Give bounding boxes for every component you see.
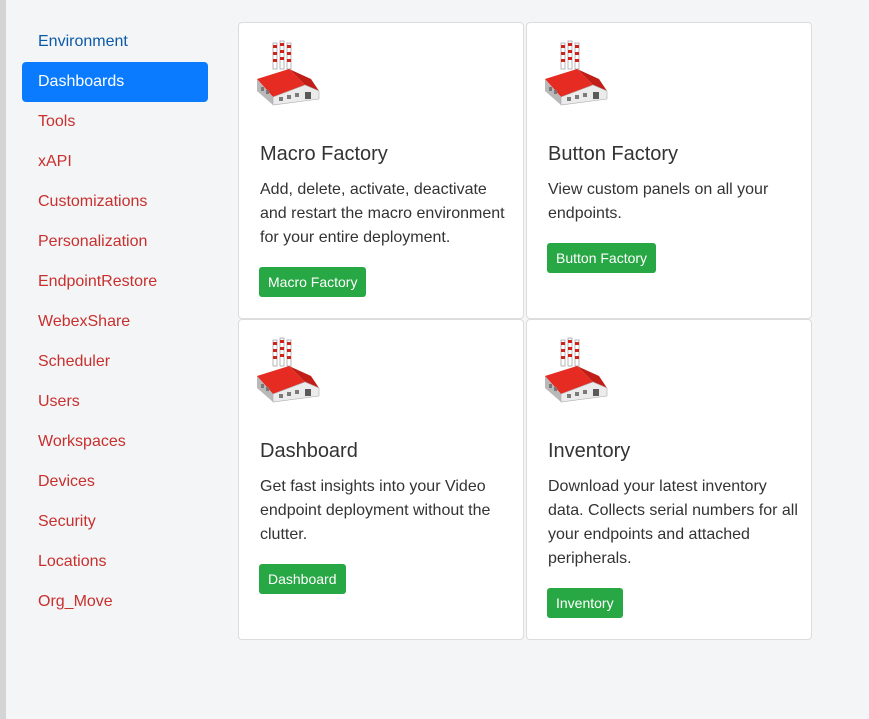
sidebar-item-users[interactable]: Users bbox=[22, 382, 208, 422]
button-factory-button[interactable]: Button Factory bbox=[547, 243, 657, 273]
sidebar-item-workspaces[interactable]: Workspaces bbox=[22, 422, 208, 462]
sidebar-item-tools[interactable]: Tools bbox=[22, 102, 208, 142]
factory-icon bbox=[253, 336, 323, 404]
dashboard-card: Dashboard Get fast insights into your Vi… bbox=[238, 319, 524, 640]
sidebar-item-webexshare[interactable]: WebexShare bbox=[22, 302, 208, 342]
card-description: View custom panels on all your endpoints… bbox=[548, 181, 769, 222]
left-edge-bar bbox=[0, 0, 6, 719]
sidebar-item-dashboards[interactable]: Dashboards bbox=[22, 62, 208, 102]
factory-icon bbox=[541, 336, 611, 404]
sidebar-nav: Environment Dashboards Tools xAPI Custom… bbox=[22, 22, 208, 622]
sidebar-item-scheduler[interactable]: Scheduler bbox=[22, 342, 208, 382]
factory-icon bbox=[541, 39, 611, 107]
sidebar-item-security[interactable]: Security bbox=[22, 502, 208, 542]
sidebar-item-personalization[interactable]: Personalization bbox=[22, 222, 208, 262]
dashboard-button[interactable]: Dashboard bbox=[259, 564, 346, 594]
sidebar-item-endpointrestore[interactable]: EndpointRestore bbox=[22, 262, 208, 302]
inventory-button[interactable]: Inventory bbox=[547, 588, 623, 618]
card-description: Get fast insights into your Video endpoi… bbox=[260, 478, 491, 543]
card-title: Dashboard bbox=[260, 440, 358, 462]
factory-icon bbox=[253, 39, 323, 107]
card-title: Macro Factory bbox=[260, 143, 388, 165]
button-factory-card: Button Factory View custom panels on all… bbox=[526, 22, 812, 319]
macro-factory-card: Macro Factory Add, delete, activate, dea… bbox=[238, 22, 524, 319]
sidebar-item-devices[interactable]: Devices bbox=[22, 462, 208, 502]
macro-factory-button[interactable]: Macro Factory bbox=[259, 267, 367, 297]
inventory-card: Inventory Download your latest inventory… bbox=[526, 319, 812, 640]
card-title: Button Factory bbox=[548, 143, 679, 165]
sidebar-item-environment[interactable]: Environment bbox=[22, 22, 208, 62]
sidebar-item-xapi[interactable]: xAPI bbox=[22, 142, 208, 182]
card-description: Download your latest inventory data. Col… bbox=[548, 478, 798, 567]
sidebar-item-org-move[interactable]: Org_Move bbox=[22, 582, 208, 622]
card-title: Inventory bbox=[548, 440, 631, 462]
sidebar-item-locations[interactable]: Locations bbox=[22, 542, 208, 582]
sidebar-item-customizations[interactable]: Customizations bbox=[22, 182, 208, 222]
card-description: Add, delete, activate, deactivate and re… bbox=[260, 181, 505, 246]
